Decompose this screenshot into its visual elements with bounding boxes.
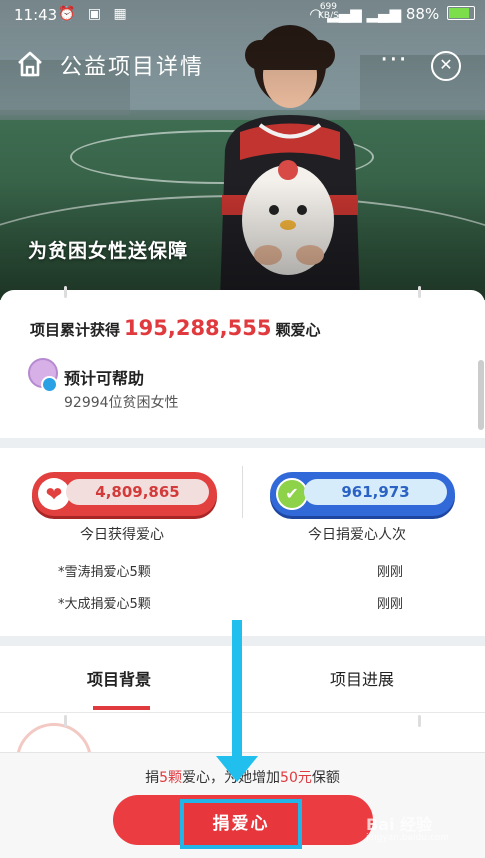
donation-name: *大成捐爱心5颗 <box>58 597 151 612</box>
hero-caption: 为贫困女性送保障 <box>28 240 189 262</box>
page-title: 公益项目详情 <box>60 55 205 80</box>
scroll-indicator <box>478 360 484 430</box>
more-icon[interactable]: ··· <box>380 47 408 73</box>
annotation-arrow-shaft <box>232 620 242 760</box>
wifi-icon: ◠ <box>309 5 323 23</box>
home-icon[interactable] <box>16 50 44 78</box>
tab-background[interactable]: 项目背景 <box>87 666 151 690</box>
beneficiary-avatar <box>28 358 58 393</box>
today-stats-card: ❤ 4,809,865 ✔ 961,973 今日获得爱心 今日捐爱心人次 *雪涛… <box>0 448 485 636</box>
donation-time: 刚刚 <box>377 565 404 580</box>
today-hearts-label: 今日获得爱心 <box>80 527 164 543</box>
help-count: 92994位贫困女性 <box>64 395 179 411</box>
total-suffix: 颗爱心 <box>275 321 321 339</box>
promo-suffix: 保额 <box>311 770 340 786</box>
battery-icon <box>447 6 475 20</box>
tab-progress[interactable]: 项目进展 <box>330 666 394 690</box>
battery-percent: 88% <box>405 5 440 23</box>
avatar-badge-icon <box>41 376 58 393</box>
promo-amount: 50元 <box>280 770 312 786</box>
total-hearts-line: 项目累计获得 195,288,555 颗爱心 <box>30 316 321 340</box>
status-time: 11:43 <box>14 6 58 24</box>
signal-4g-icon: ▂▄▆ <box>366 5 402 23</box>
help-title: 预计可帮助 <box>64 369 145 388</box>
status-app-icons: ⏰ ▣ ▦ <box>58 6 131 22</box>
total-hearts-value: 195,288,555 <box>124 316 272 340</box>
divider <box>242 466 243 518</box>
card-pin <box>64 286 67 298</box>
active-tab-indicator <box>93 706 150 710</box>
today-donors-value: 961,973 <box>304 479 447 505</box>
close-icon[interactable]: ✕ <box>431 51 461 81</box>
signal-icon: ▂▄▆ <box>327 5 362 23</box>
status-right: ◠ ▂▄▆ ▂▄▆ 88% <box>309 5 475 23</box>
today-donors-label: 今日捐爱心人次 <box>308 527 406 543</box>
watermark-sub: jingyan.baidu.com <box>366 833 450 843</box>
hero-banner: 11:43 ⏰ ▣ ▦ 699 KB/S ◠ ▂▄▆ ▂▄▆ 88% 公益项目详… <box>0 0 485 300</box>
total-prefix: 项目累计获得 <box>30 321 121 339</box>
status-bar: 11:43 ⏰ ▣ ▦ 699 KB/S ◠ ▂▄▆ ▂▄▆ 88% <box>0 0 485 30</box>
donation-name: *雪涛捐爱心5颗 <box>58 565 151 580</box>
today-hearts-pill: ❤ 4,809,865 <box>32 472 217 516</box>
watermark: Bai 经验 jingyan.baidu.com <box>366 811 449 843</box>
annotation-arrow-icon <box>216 756 258 782</box>
tab-content <box>0 713 485 799</box>
watermark-text: Bai 经验 <box>366 815 433 834</box>
nav-bar: 公益项目详情 ··· ✕ <box>0 40 485 90</box>
promo-prefix: 捐 <box>145 770 160 786</box>
project-stats-card: 项目累计获得 195,288,555 颗爱心 预计可帮助 92994位贫困女性 <box>0 286 485 438</box>
today-hearts-value: 4,809,865 <box>66 479 209 505</box>
card-pin <box>64 715 67 727</box>
card-pin <box>418 715 421 727</box>
promo-count: 5颗 <box>159 770 183 786</box>
tab-bar: 项目背景 项目进展 <box>0 646 485 713</box>
donate-button-label[interactable]: 捐爱心 <box>180 799 302 849</box>
today-donors-pill: ✔ 961,973 <box>270 472 455 516</box>
card-pin <box>418 286 421 298</box>
donation-time: 刚刚 <box>377 597 404 612</box>
